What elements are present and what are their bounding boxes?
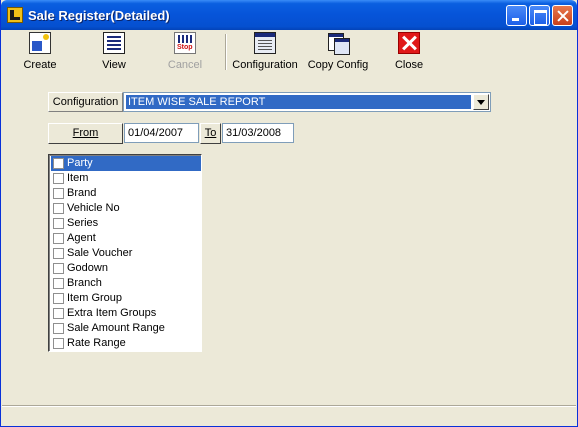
window-title: Sale Register(Detailed) [28, 8, 170, 23]
filter-item[interactable]: Godown [51, 261, 201, 276]
filter-item-label: Rate Range [67, 337, 126, 349]
checkbox[interactable] [53, 293, 64, 304]
close-icon [398, 32, 420, 54]
checkbox[interactable] [53, 218, 64, 229]
filter-item-label: Sale Voucher [67, 247, 133, 259]
to-date-field[interactable]: 31/03/2008 [222, 123, 294, 143]
checkbox[interactable] [53, 173, 64, 184]
from-date-field[interactable]: 01/04/2007 [124, 123, 199, 143]
filter-item-label: Vehicle No [67, 202, 120, 214]
filter-item[interactable]: Extra Item Groups [51, 306, 201, 321]
checkbox[interactable] [53, 278, 64, 289]
filter-item-label: Sale Amount Range [67, 322, 165, 334]
filter-item-label: Extra Item Groups [67, 307, 157, 319]
checkbox[interactable] [53, 338, 64, 349]
view-report-icon [103, 32, 125, 54]
view-button[interactable]: View [88, 32, 140, 72]
maximize-button[interactable] [529, 5, 550, 26]
status-bar [2, 405, 576, 425]
filter-item[interactable]: Series [51, 216, 201, 231]
toolbar-separator [225, 34, 227, 70]
filter-item[interactable]: Sale Amount Range [51, 321, 201, 336]
close-button[interactable]: Close [386, 32, 432, 72]
checkbox[interactable] [53, 308, 64, 319]
window-close-button[interactable] [552, 5, 573, 26]
create-button[interactable]: Create [14, 32, 66, 72]
filter-item-label: Party [67, 157, 93, 169]
configuration-selected-value: ITEM WISE SALE REPORT [126, 95, 471, 109]
filter-item[interactable]: Brand [51, 186, 201, 201]
from-label: From [72, 127, 99, 139]
checkbox[interactable] [53, 188, 64, 199]
checkbox[interactable] [53, 323, 64, 334]
configuration-button[interactable]: Configuration [231, 32, 299, 72]
filter-item-label: Brand [67, 187, 97, 199]
filter-item-label: Branch [67, 277, 102, 289]
checkbox[interactable] [53, 263, 64, 274]
from-date-button[interactable]: From [48, 123, 123, 144]
configuration-field-label: Configuration [48, 92, 123, 112]
to-label: To [204, 127, 217, 139]
to-date-button[interactable]: To [200, 123, 221, 144]
view-label: View [102, 59, 126, 71]
configuration-icon [254, 32, 276, 54]
filter-item-label: Series [67, 217, 99, 229]
filter-checklist[interactable]: Party Item Brand Vehicle No Series Agent Sale … [48, 154, 202, 352]
filter-item-label: Godown [67, 262, 108, 274]
filter-item[interactable]: Branch [51, 276, 201, 291]
copy-config-icon [327, 32, 350, 55]
configuration-label: Configuration [232, 59, 298, 71]
filter-item[interactable]: Vehicle No [51, 201, 201, 216]
filter-item[interactable]: Rate Range [51, 336, 201, 351]
app-logo-icon[interactable] [7, 7, 23, 23]
filter-item-label: Item [67, 172, 89, 184]
minimize-button[interactable] [506, 5, 527, 26]
create-report-icon [29, 32, 51, 54]
cancel-button[interactable]: Cancel [158, 32, 212, 72]
stop-icon [174, 32, 196, 54]
filter-item[interactable]: Item Group [51, 291, 201, 306]
filter-item[interactable]: Sale Voucher [51, 246, 201, 261]
create-label: Create [23, 59, 57, 71]
filter-item[interactable]: Agent [51, 231, 201, 246]
filter-item-label: Agent [67, 232, 96, 244]
configuration-select[interactable]: ITEM WISE SALE REPORT [123, 92, 491, 112]
cancel-label: Cancel [167, 59, 203, 71]
copy-config-button[interactable]: Copy Config [306, 32, 370, 72]
title-bar[interactable]: Sale Register(Detailed) [1, 0, 577, 30]
filter-item-label: Item Group [67, 292, 123, 304]
checkbox[interactable] [53, 248, 64, 259]
app-window: Sale Register(Detailed) Create View Canc… [0, 0, 578, 427]
checkbox[interactable] [53, 203, 64, 214]
filter-item[interactable]: Party [51, 156, 201, 171]
dropdown-arrow-icon[interactable] [473, 94, 489, 110]
filter-item[interactable]: Item [51, 171, 201, 186]
checkbox[interactable] [53, 233, 64, 244]
close-label: Close [394, 59, 424, 71]
checkbox[interactable] [53, 158, 64, 169]
copy-config-label: Copy Config [307, 59, 369, 71]
toolbar: Create View Cancel Configuration Copy Co… [2, 30, 576, 74]
